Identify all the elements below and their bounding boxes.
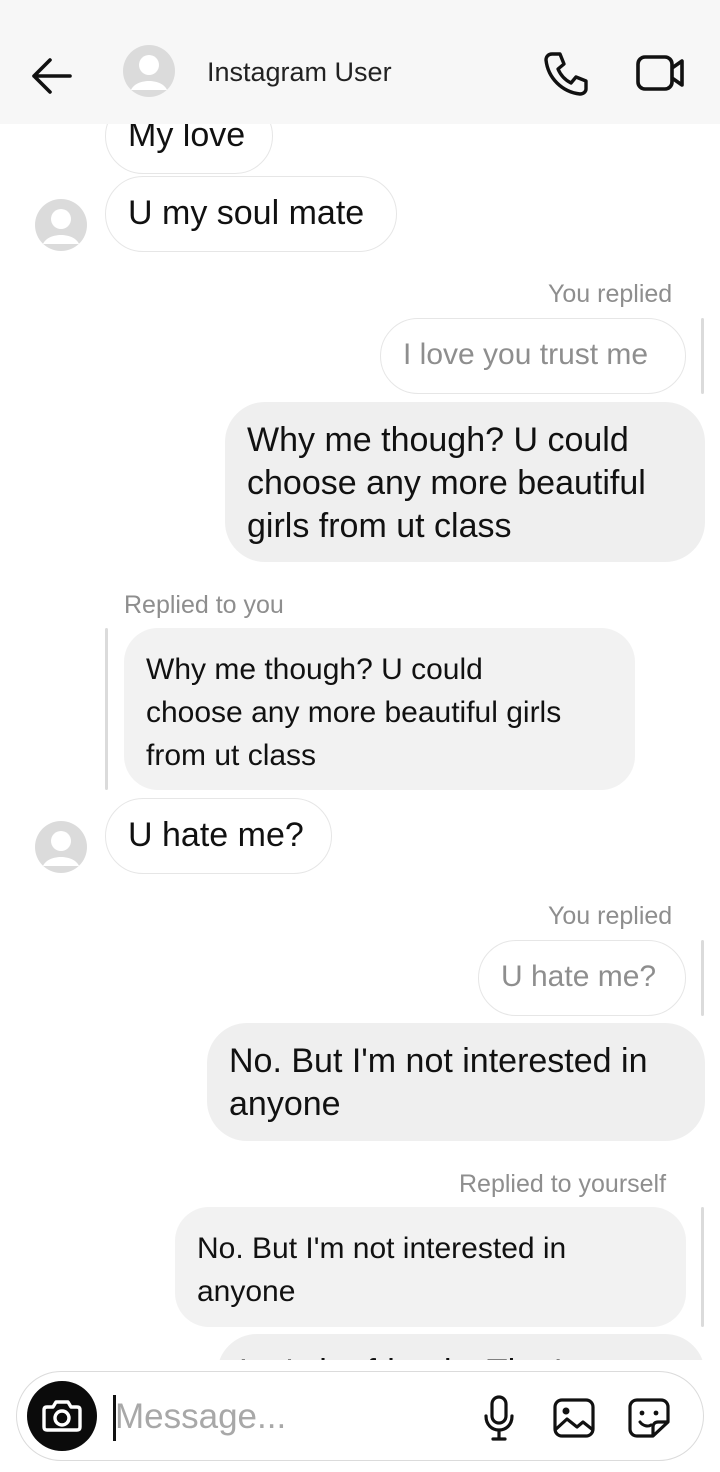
reply-label: You replied — [548, 280, 673, 308]
video-camera-icon[interactable] — [632, 50, 688, 96]
replied-message-preview[interactable]: U hate me? — [478, 940, 686, 1016]
message-line: No. But I'm not interested in — [229, 1042, 648, 1080]
replied-message-preview[interactable]: I love you trust me — [380, 318, 686, 394]
chat-header: Instagram User — [0, 0, 720, 124]
quoted-message[interactable]: No. But I'm not interested in anyone — [175, 1207, 686, 1327]
sticker-icon[interactable] — [626, 1396, 672, 1440]
quoted-line: choose any more beautiful girls — [146, 696, 562, 729]
message-bubble-received[interactable]: U hate me? — [105, 798, 332, 874]
image-gallery-icon[interactable] — [551, 1396, 597, 1440]
microphone-icon[interactable] — [479, 1394, 519, 1442]
message-bubble-sent[interactable]: Why me though? U could choose any more b… — [225, 402, 705, 562]
reply-label: Replied to yourself — [459, 1170, 667, 1198]
replied-message-text: U hate me? — [501, 960, 657, 993]
contact-avatar[interactable] — [34, 198, 88, 252]
reply-indicator-bar — [701, 1207, 704, 1327]
phone-icon[interactable] — [540, 48, 592, 98]
message-bubble-received[interactable]: U my soul mate — [105, 176, 397, 252]
reply-indicator-bar — [701, 940, 704, 1016]
message-line: Why me though? U could — [247, 421, 629, 459]
arrow-left-icon[interactable] — [26, 52, 78, 100]
message-input[interactable] — [115, 1390, 455, 1444]
reply-indicator-bar — [105, 628, 108, 790]
quoted-line: anyone — [197, 1275, 296, 1308]
camera-icon — [42, 1400, 82, 1432]
contact-avatar[interactable] — [122, 44, 176, 98]
quoted-line: Why me though? U could — [146, 653, 483, 686]
replied-message-text: I love you trust me — [403, 338, 649, 371]
message-text: U my soul mate — [128, 194, 365, 232]
message-composer — [16, 1371, 704, 1461]
reply-indicator-bar — [701, 318, 704, 394]
message-line: choose any more beautiful — [247, 464, 646, 502]
contact-avatar[interactable] — [34, 820, 88, 874]
reply-label: You replied — [548, 902, 673, 930]
quoted-line: from ut class — [146, 739, 317, 772]
reply-label: Replied to you — [124, 591, 284, 619]
message-text: U hate me? — [128, 816, 304, 854]
message-line: girls from ut class — [247, 507, 512, 545]
camera-button[interactable] — [27, 1381, 97, 1451]
quoted-message[interactable]: Why me though? U could choose any more b… — [124, 628, 635, 790]
message-thread[interactable]: My love U my soul mate You replied I lov… — [0, 0, 720, 1472]
contact-name[interactable]: Instagram User — [207, 57, 392, 88]
quoted-line: No. But I'm not interested in — [197, 1232, 567, 1265]
message-line: anyone — [229, 1085, 341, 1123]
message-bubble-sent[interactable]: No. But I'm not interested in anyone — [207, 1023, 705, 1141]
